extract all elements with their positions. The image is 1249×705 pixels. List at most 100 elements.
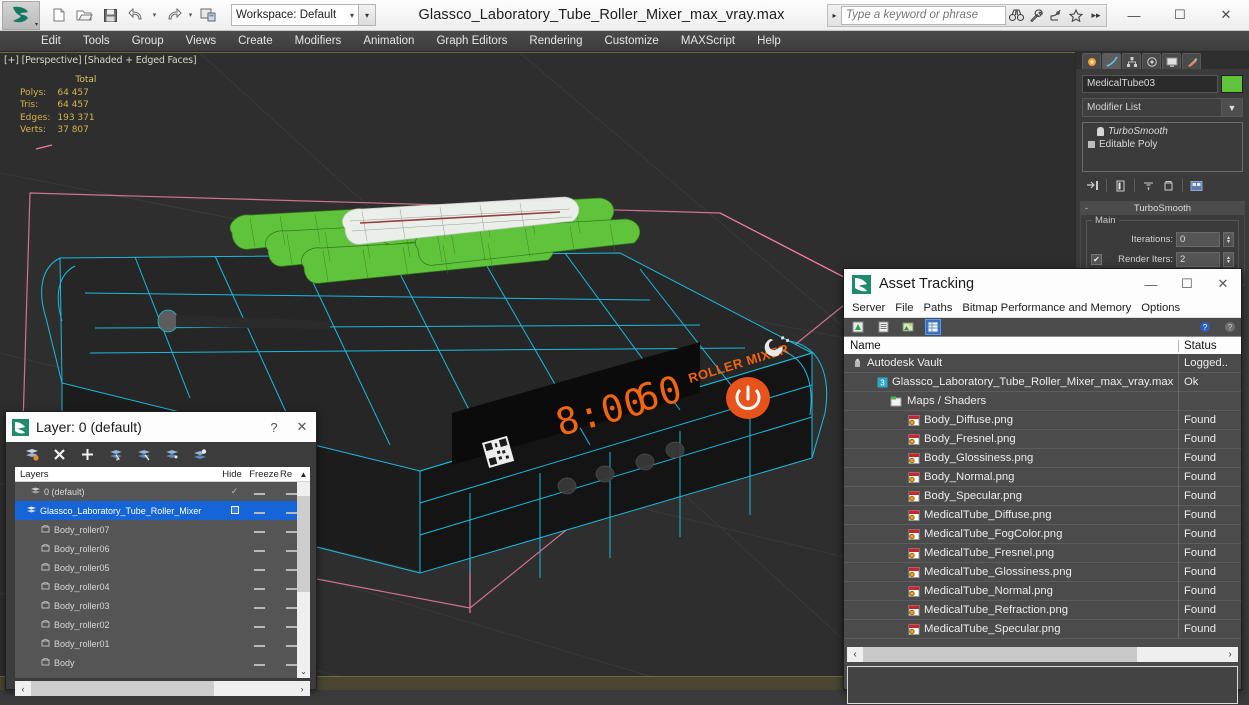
refresh-icon[interactable] <box>851 320 865 334</box>
wrench-icon[interactable] <box>1026 5 1046 26</box>
menu-tools[interactable]: Tools <box>72 33 121 49</box>
delete-layer-icon[interactable] <box>52 447 67 462</box>
modifier-stack[interactable]: TurboSmooth Editable Poly <box>1082 122 1243 172</box>
menu-help[interactable]: Help <box>746 33 792 49</box>
layer-scroll-up-icon[interactable]: ▲ <box>297 470 310 479</box>
create-tab[interactable] <box>1082 53 1101 69</box>
asset-row-png[interactable]: MedicalTube_FogColor.png Found <box>844 524 1241 544</box>
layer-hide-cell[interactable] <box>243 525 275 535</box>
layer-hide-cell[interactable] <box>243 544 275 554</box>
menu-rendering[interactable]: Rendering <box>518 33 593 49</box>
layer-row-child[interactable]: Body_roller07 <box>15 520 307 539</box>
object-color-swatch[interactable] <box>1221 75 1243 93</box>
asset-row-png[interactable]: Body_Specular.png Found <box>844 486 1241 506</box>
set-current-icon[interactable] <box>192 447 207 462</box>
layer-row-mixer[interactable]: Glassco_Laboratory_Tube_Roller_Mixer <box>15 501 307 520</box>
new-layer-icon[interactable] <box>24 447 39 462</box>
layer-hide-cell[interactable] <box>243 639 275 649</box>
asset-hscroll-thumb[interactable] <box>863 647 1137 662</box>
layer-row-child[interactable]: Body_roller05 <box>15 558 307 577</box>
layer-vertical-scrollbar[interactable]: ⌄ <box>297 482 310 678</box>
binoculars-icon[interactable] <box>1006 5 1026 26</box>
motion-tab[interactable] <box>1142 53 1161 69</box>
rollout-header[interactable]: - TurboSmooth <box>1081 202 1244 215</box>
close-button[interactable]: ✕ <box>1203 0 1249 31</box>
modifier-list-field[interactable]: Modifier List <box>1082 98 1222 117</box>
about-icon[interactable]: ? <box>1223 320 1237 334</box>
select-highlight-icon[interactable] <box>136 447 151 462</box>
undo-dropdown-icon[interactable]: ▾ <box>150 3 159 28</box>
asset-row-png[interactable]: MedicalTube_Fresnel.png Found <box>844 543 1241 563</box>
menu-maxscript[interactable]: MAXScript <box>670 33 746 49</box>
thumbnail-view-icon[interactable] <box>901 320 915 334</box>
layer-dialog-titlebar[interactable]: Layer: 0 (default) ? ✕ <box>6 412 316 442</box>
menu-group[interactable]: Group <box>121 33 175 49</box>
collapse-icon[interactable]: - <box>1085 203 1088 213</box>
search-input[interactable] <box>841 5 1006 25</box>
layer-hide-cell[interactable] <box>243 582 275 592</box>
render-iters-input[interactable]: 2 <box>1176 252 1220 267</box>
asset-menu-file[interactable]: File <box>890 301 918 315</box>
save-file-icon[interactable] <box>98 3 123 28</box>
add-layer-icon[interactable] <box>80 447 95 462</box>
asset-row-maps-shaders[interactable]: Maps / Shaders <box>844 391 1241 411</box>
asset-menu-options[interactable]: Options <box>1136 301 1185 315</box>
asset-menu-bitmap-performance[interactable]: Bitmap Performance and Memory <box>957 301 1136 315</box>
layer-hide-cell[interactable] <box>243 506 275 516</box>
3dsmax-logo-icon[interactable]: ▾ <box>2 0 40 30</box>
make-unique-icon[interactable] <box>1140 178 1157 193</box>
menu-modifiers[interactable]: Modifiers <box>284 33 353 49</box>
configure-sets-icon[interactable] <box>1188 178 1205 193</box>
object-name-field[interactable]: MedicalTube03 <box>1082 75 1218 93</box>
workspace-selector[interactable]: Workspace: Default ▾ <box>231 4 359 26</box>
layer-hide-cell[interactable] <box>243 601 275 611</box>
asset-row-png[interactable]: Body_Fresnel.png Found <box>844 429 1241 449</box>
menu-customize[interactable]: Customize <box>593 33 669 49</box>
help-icon[interactable]: ? <box>1198 320 1212 334</box>
asset-row-maxfile[interactable]: 3 Glassco_Laboratory_Tube_Roller_Mixer_m… <box>844 372 1241 392</box>
modify-tab[interactable] <box>1102 53 1121 69</box>
asset-row-png[interactable]: MedicalTube_Normal.png Found <box>844 581 1241 601</box>
layer-hide-cell[interactable] <box>243 563 275 573</box>
menu-create[interactable]: Create <box>227 33 284 49</box>
chevron-down-icon[interactable]: ▼ <box>1222 98 1243 117</box>
asset-tracking-titlebar[interactable]: Asset Tracking — ☐ ✕ <box>844 269 1241 299</box>
asset-table-body[interactable]: Autodesk Vault Logged.. 3 Glassco_Labora… <box>844 354 1241 646</box>
layer-row-default[interactable]: 0 (default) ✓ <box>15 482 307 501</box>
asset-row-vault[interactable]: Autodesk Vault Logged.. <box>844 354 1241 373</box>
plus-box-icon[interactable] <box>1088 141 1095 148</box>
iterations-spinner[interactable]: ▲ ▼ <box>1223 232 1234 247</box>
display-tab[interactable] <box>1162 53 1181 69</box>
modifier-stack-item-editable-poly[interactable]: Editable Poly <box>1085 138 1240 151</box>
layer-row-child[interactable]: Body_roller02 <box>15 615 307 634</box>
add-selection-icon[interactable] <box>164 447 179 462</box>
render-iters-spinner[interactable]: ▲ ▼ <box>1223 252 1234 267</box>
open-file-icon[interactable] <box>72 3 97 28</box>
layer-row-child[interactable]: Body_roller04 <box>15 577 307 596</box>
asset-hscroll-left-icon[interactable]: ‹ <box>847 649 863 660</box>
layer-scrollbar-thumb[interactable] <box>297 496 310 592</box>
asset-row-png[interactable]: Body_Diffuse.png Found <box>844 410 1241 430</box>
layer-hide-cell[interactable] <box>243 658 275 668</box>
menu-graph-editors[interactable]: Graph Editors <box>425 33 518 49</box>
layer-hscroll-left-icon[interactable]: ‹ <box>15 684 31 694</box>
asset-row-png[interactable]: MedicalTube_Refraction.png Found <box>844 600 1241 620</box>
new-file-icon[interactable] <box>46 3 71 28</box>
layer-row-child[interactable]: Body <box>15 653 307 672</box>
redo-icon[interactable] <box>160 3 185 28</box>
asset-row-png[interactable]: MedicalTube_Diffuse.png Found <box>844 505 1241 525</box>
lightbulb-icon[interactable] <box>1097 127 1104 136</box>
pin-stack-icon[interactable] <box>1084 178 1101 193</box>
asset-hscroll-right-icon[interactable]: › <box>1222 649 1238 660</box>
layer-current-check[interactable]: ✓ <box>226 486 243 497</box>
asset-horizontal-scrollbar[interactable]: ‹ › <box>847 647 1238 662</box>
layer-close-button[interactable]: ✕ <box>288 412 316 442</box>
modifier-stack-item-turbosmooth[interactable]: TurboSmooth <box>1085 125 1240 138</box>
asset-menu-server[interactable]: Server <box>847 301 890 315</box>
asset-menu-paths[interactable]: Paths <box>918 301 957 315</box>
hierarchy-tab[interactable] <box>1122 53 1141 69</box>
layer-hide-cell[interactable] <box>243 487 275 497</box>
satellite-icon[interactable] <box>1046 5 1066 26</box>
layer-horizontal-scrollbar[interactable]: ‹ › <box>15 681 310 696</box>
asset-minimize-button[interactable]: — <box>1133 269 1169 299</box>
